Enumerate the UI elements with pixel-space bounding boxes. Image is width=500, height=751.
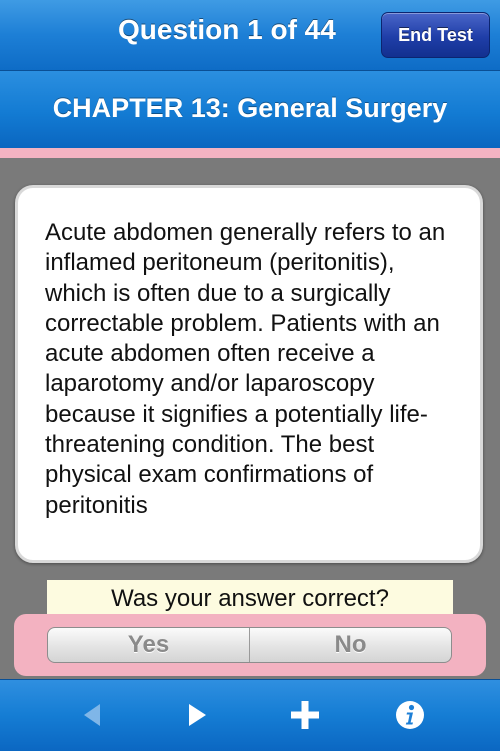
bottom-toolbar xyxy=(0,679,500,751)
question-card[interactable]: Acute abdomen generally refers to an inf… xyxy=(15,185,483,563)
chapter-header: CHAPTER 13: General Surgery xyxy=(0,71,500,148)
forward-button[interactable] xyxy=(171,692,221,738)
end-test-button[interactable]: End Test xyxy=(381,12,490,58)
no-button[interactable]: No xyxy=(249,628,451,662)
answer-panel: Yes No xyxy=(14,614,486,676)
info-icon xyxy=(396,701,424,729)
question-counter-title: Question 1 of 44 xyxy=(118,14,336,45)
chapter-title: CHAPTER 13: General Surgery xyxy=(52,93,448,123)
add-button[interactable] xyxy=(280,692,330,738)
forward-arrow-icon xyxy=(189,704,206,726)
plus-icon xyxy=(291,701,319,729)
back-button[interactable] xyxy=(68,692,118,738)
divider-strip xyxy=(0,148,500,158)
question-text: Acute abdomen generally refers to an inf… xyxy=(45,219,446,519)
navigation-bar: Question 1 of 44 End Test xyxy=(0,0,500,71)
answer-segmented-control: Yes No xyxy=(47,627,452,663)
back-arrow-icon xyxy=(84,704,100,726)
info-button[interactable] xyxy=(385,692,435,738)
answer-prompt-label: Was your answer correct? xyxy=(47,580,453,618)
yes-button[interactable]: Yes xyxy=(48,628,249,662)
